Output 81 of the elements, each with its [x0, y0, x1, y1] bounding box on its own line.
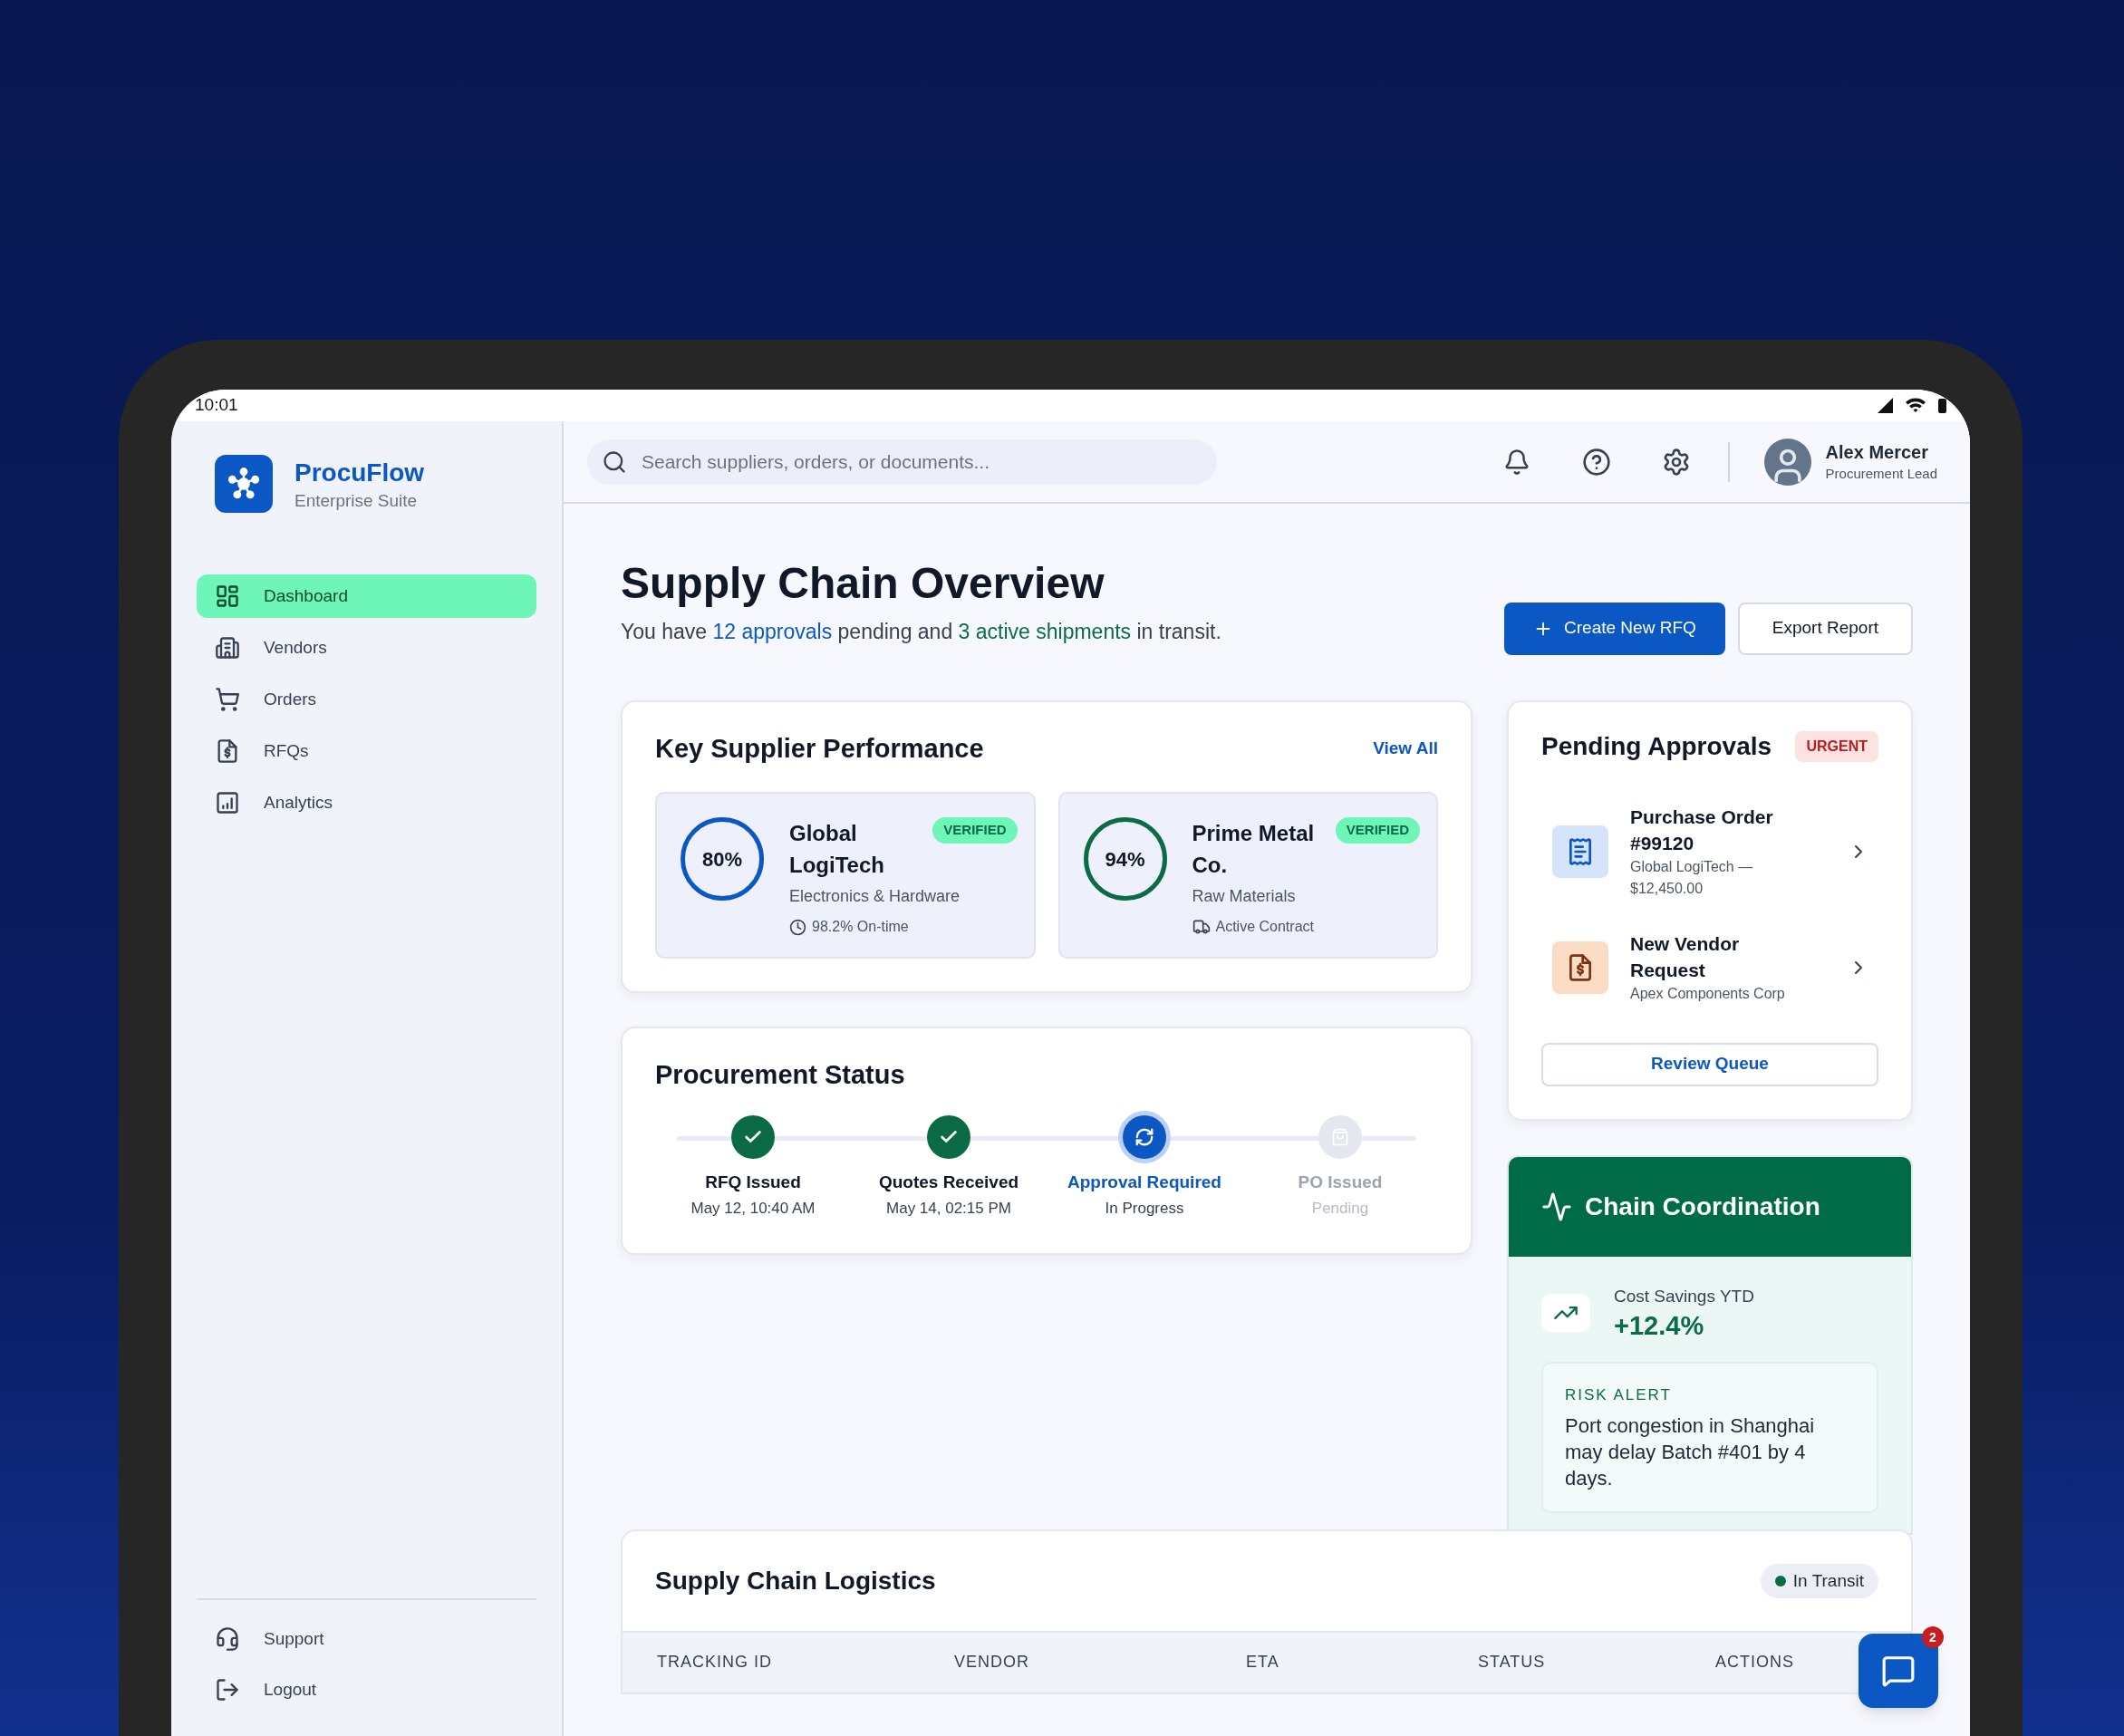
help-icon [1581, 447, 1611, 477]
column-header: STATUS [1478, 1652, 1547, 1673]
view-all-link[interactable]: View All [1373, 736, 1438, 762]
supplier-name: Global LogiTech [789, 820, 885, 879]
nav-item[interactable]: Vendors [197, 626, 536, 670]
step-label: Quotes Received [878, 1171, 1019, 1193]
network-icon [227, 467, 261, 501]
create-rfq-button[interactable]: Create New RFQ [1504, 602, 1725, 655]
supplier-meta: 98.2% On-time [812, 918, 909, 936]
supplier-name: Prime Metal Co. [1192, 820, 1316, 879]
dashboard-icon [215, 583, 240, 609]
page-subtitle: You have 12 approvals pending and 3 active shipments in transit. [621, 619, 1221, 645]
building-icon [215, 635, 240, 661]
user-name: Alex Mercer [1825, 440, 1929, 464]
alert-label: RISK ALERT [1565, 1385, 1673, 1406]
urgent-badge: URGENT [1795, 730, 1878, 762]
user-role: Procurement Lead [1825, 465, 1937, 483]
card-title: Pending Approvals [1541, 730, 1772, 762]
score-value: 80% [701, 846, 742, 873]
truck-icon [1192, 918, 1211, 936]
supplier-meta: Active Contract [1215, 918, 1314, 936]
approval-item[interactable]: Purchase Order #99120 Global LogiTech — $12,450.00 [1541, 803, 1878, 900]
nav-item[interactable]: Orders [197, 678, 536, 721]
brand-name: ProcuFlow [294, 457, 425, 488]
nav-item[interactable]: Analytics [197, 781, 536, 825]
approval-title: Purchase Order #99120 [1630, 805, 1774, 855]
battery-icon [1938, 398, 1946, 413]
verified-badge: VERIFIED [932, 817, 1018, 844]
card-title: Chain Coordination [1585, 1191, 1820, 1222]
headset-icon [215, 1626, 240, 1652]
approval-item[interactable]: New Vendor Request Apex Components Corp [1541, 930, 1878, 1005]
card-title: Procurement Status [655, 1059, 906, 1091]
column-header: ACTIONS [1715, 1652, 1795, 1673]
step-detail: Pending [1311, 1199, 1369, 1219]
export-report-button[interactable]: Export Report [1737, 602, 1913, 655]
supplier-category: Raw Materials [1192, 886, 1297, 907]
step-label: RFQ Issued [705, 1171, 801, 1193]
notification-badge: 2 [1922, 1626, 1944, 1648]
step-label: Approval Required [1067, 1171, 1221, 1193]
bar-chart-icon [215, 790, 240, 815]
supplier-card[interactable]: 94% Prime Metal Co. VERIFIED Raw Materials Active Contract [1057, 792, 1438, 959]
nav-item[interactable]: RFQs [197, 729, 536, 773]
metric-value: +12.4% [1614, 1310, 1705, 1342]
card-title: Key Supplier Performance [655, 732, 984, 765]
bag-icon [1331, 1127, 1349, 1146]
step-detail: May 14, 02:15 PM [886, 1199, 1011, 1219]
refresh-icon [1134, 1126, 1154, 1147]
column-header: ETA [1246, 1652, 1280, 1673]
search-field[interactable]: Search suppliers, orders, or documents... [587, 439, 1217, 485]
score-value: 94% [1105, 846, 1145, 873]
chat-button[interactable] [1858, 1634, 1938, 1708]
column-header: VENDOR [954, 1652, 1030, 1673]
status-pill: In Transit [1760, 1563, 1878, 1598]
approval-subtitle: Apex Components Corp [1630, 984, 1786, 1003]
approval-subtitle: Global LogiTech — $12,450.00 [1630, 857, 1754, 898]
cart-icon [215, 687, 240, 712]
step-detail: May 12, 10:40 AM [690, 1199, 816, 1219]
logout-icon [215, 1677, 240, 1702]
column-header: TRACKING ID [657, 1652, 773, 1673]
search-icon [602, 448, 627, 475]
clock-icon [789, 918, 806, 936]
nav-item[interactable]: Dashboard [197, 574, 536, 618]
supplier-card[interactable]: 80% Global LogiTech VERIFIED Electronics & Hardware 98.2% On-time [655, 792, 1036, 959]
chat-icon [1881, 1654, 1916, 1688]
supplier-category: Electronics & Hardware [789, 886, 961, 907]
metric-label: Cost Savings YTD [1614, 1285, 1754, 1307]
step-label: PO Issued [1298, 1171, 1383, 1193]
card-title: Supply Chain Logistics [655, 1565, 936, 1596]
status-time: 10:01 [195, 394, 238, 417]
approval-title: New Vendor Request [1630, 931, 1741, 982]
pulse-line-icon [1541, 1191, 1572, 1222]
signal-icon [1878, 398, 1893, 413]
nav-item[interactable]: Support [197, 1620, 536, 1658]
step-detail: In Progress [1105, 1199, 1184, 1219]
nav-item[interactable]: Logout [197, 1671, 536, 1709]
wifi-icon [1906, 398, 1926, 413]
page-title: Supply Chain Overview [621, 558, 1105, 609]
verified-badge: VERIFIED [1335, 817, 1420, 844]
brand-subtitle: Enterprise Suite [294, 489, 419, 512]
review-queue-button[interactable]: Review Queue [1541, 1042, 1878, 1086]
alert-text: Port congestion in Shanghai may delay Batch #401 by 4 days. [1565, 1413, 1816, 1491]
